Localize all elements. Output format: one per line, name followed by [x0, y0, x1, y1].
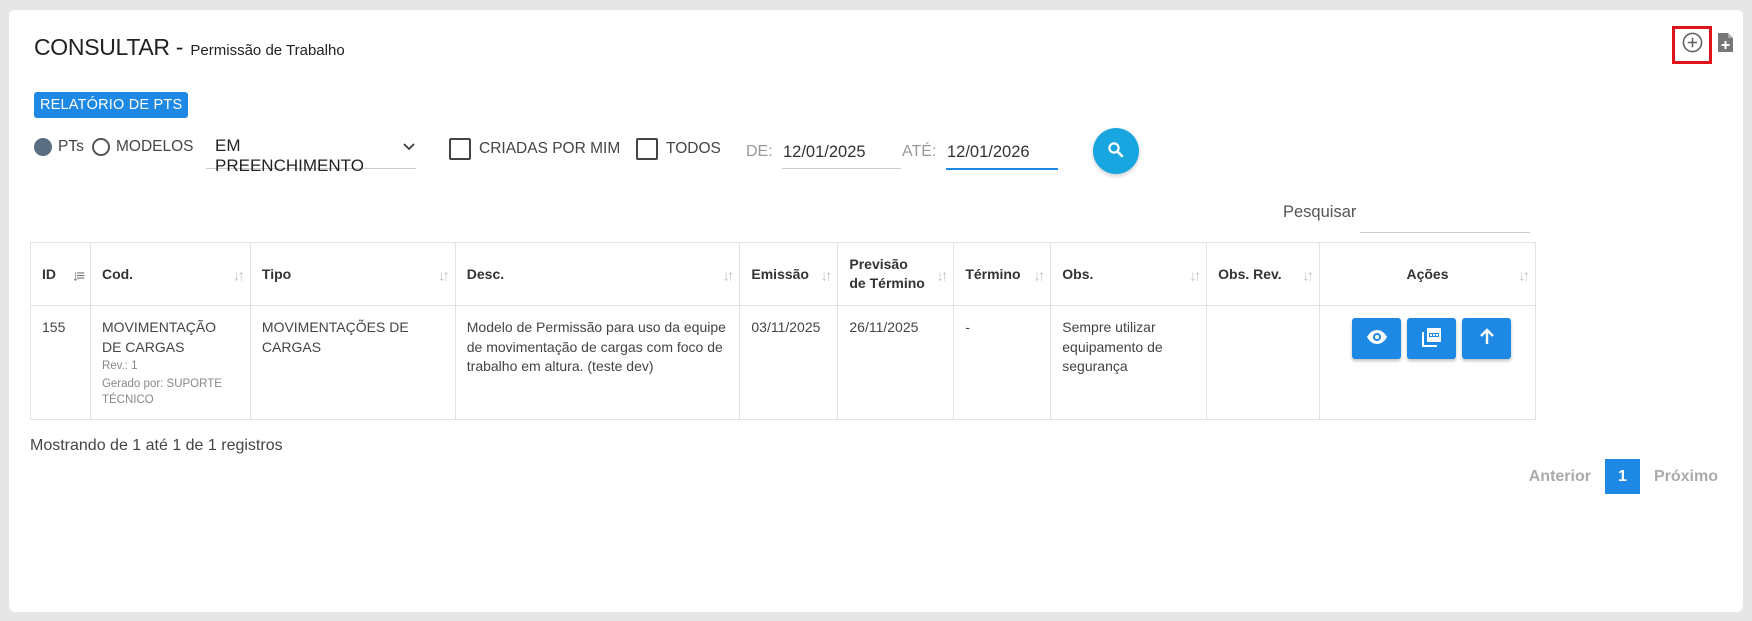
- chevron-down-icon: [402, 139, 416, 157]
- report-pts-button[interactable]: RELATÓRIO DE PTS: [34, 92, 189, 118]
- checkbox-todos[interactable]: TODOS: [636, 138, 721, 160]
- add-button[interactable]: [1672, 26, 1712, 64]
- pagination-page-current[interactable]: 1: [1604, 459, 1640, 494]
- col-header-obs-rev[interactable]: Obs. Rev. ↓↑: [1206, 242, 1320, 306]
- pagination-prev[interactable]: Anterior: [1529, 468, 1591, 486]
- sort-icon: ↓↑: [936, 267, 948, 285]
- sort-desc-icon: ↓≡: [71, 267, 85, 285]
- checkbox-todos-box: [636, 138, 658, 160]
- arrow-up-icon: [1478, 328, 1496, 349]
- checkbox-criadas-label: CRIADAS POR MIM: [479, 140, 621, 157]
- sort-icon: ↓↑: [1189, 267, 1201, 285]
- row-actions: [1331, 318, 1532, 359]
- page-subtitle: Permissão de Trabalho: [190, 42, 345, 59]
- cell-id: 155: [30, 305, 91, 420]
- cell-cod-value: MOVIMENTAÇÃO DE CARGAS: [101, 319, 217, 355]
- table-info: Mostrando de 1 até 1 de 1 registros: [30, 437, 283, 454]
- pagination-next[interactable]: Próximo: [1654, 468, 1718, 486]
- cell-cod-rev: Rev.: 1: [101, 360, 138, 372]
- cell-tipo: MOVIMENTAÇÕES DE CARGAS: [249, 305, 456, 420]
- cell-termino: -: [953, 305, 1052, 420]
- radio-pts-label: PTs: [58, 138, 84, 155]
- sort-icon: ↓↑: [1033, 267, 1045, 285]
- page-title: CONSULTAR - Permissão de Trabalho: [34, 34, 345, 61]
- radio-pts-dot: [34, 138, 52, 156]
- sort-icon: ↓↑: [437, 267, 450, 285]
- cell-cod: MOVIMENTAÇÃO DE CARGAS Rev.: 1 Gerado po…: [89, 305, 251, 420]
- cell-cod-gerado: Gerado por: SUPORTE TÉCNICO: [101, 377, 222, 407]
- pts-table: ID ↓≡ Cod. ↓↑ Tipo ↓↑ Desc. ↓↑ Emissão ↓…: [30, 242, 1536, 420]
- date-to-label: ATÉ:: [902, 143, 937, 160]
- pagination: Anterior 1 Próximo: [1529, 459, 1718, 494]
- pdf-icon: [1421, 327, 1442, 350]
- pdf-button[interactable]: [1407, 318, 1456, 359]
- col-header-id[interactable]: ID ↓≡: [30, 242, 91, 306]
- sort-icon: ↓↑: [1518, 267, 1530, 285]
- cell-previsao: 26/11/2025: [837, 305, 955, 420]
- table-row: 155 MOVIMENTAÇÃO DE CARGAS Rev.: 1 Gerad…: [30, 305, 1536, 420]
- cell-obs: Sempre utilizar equipamento de segurança: [1050, 305, 1208, 420]
- radio-pts[interactable]: PTs: [34, 138, 84, 156]
- col-header-emissao[interactable]: Emissão ↓↑: [739, 242, 839, 306]
- view-button[interactable]: [1352, 318, 1401, 359]
- radio-modelos-dot: [92, 138, 110, 156]
- search-button[interactable]: [1093, 128, 1139, 174]
- cell-emissao: 03/11/2025: [739, 305, 839, 420]
- date-to-input[interactable]: [946, 136, 1058, 170]
- date-from-label: DE:: [746, 143, 773, 160]
- eye-icon: [1366, 329, 1388, 348]
- document-add-icon: [1717, 32, 1734, 58]
- upload-button[interactable]: [1462, 318, 1511, 359]
- checkbox-criadas-por-mim[interactable]: CRIADAS POR MIM: [449, 138, 620, 160]
- col-header-obs[interactable]: Obs. ↓↑: [1050, 242, 1208, 306]
- col-header-tipo[interactable]: Tipo ↓↑: [249, 242, 456, 306]
- date-from-input[interactable]: [782, 136, 901, 169]
- col-header-previsao[interactable]: Previsão de Término ↓↑: [837, 242, 955, 306]
- status-select-value: EM PREENCHIMENTO: [215, 136, 364, 175]
- col-header-desc[interactable]: Desc. ↓↑: [454, 242, 741, 306]
- search-input[interactable]: [1360, 198, 1530, 233]
- search-icon: [1107, 141, 1125, 162]
- col-header-acoes[interactable]: Ações ↓↑: [1319, 242, 1536, 306]
- plus-circle-icon: [1682, 32, 1703, 58]
- cell-obs-rev: [1206, 305, 1320, 420]
- page-title-main: CONSULTAR: [34, 34, 170, 60]
- header-actions: [1672, 26, 1737, 64]
- checkbox-criadas-box: [449, 138, 471, 160]
- cell-acoes: [1319, 305, 1536, 420]
- sort-icon: ↓↑: [232, 267, 245, 285]
- col-header-termino[interactable]: Término ↓↑: [953, 242, 1052, 306]
- checkbox-todos-label: TODOS: [666, 140, 721, 157]
- status-select[interactable]: EM PREENCHIMENTO: [206, 136, 416, 175]
- sort-icon: ↓↑: [722, 267, 734, 285]
- col-header-cod[interactable]: Cod. ↓↑: [89, 242, 251, 306]
- new-document-button[interactable]: [1713, 30, 1737, 60]
- sort-icon: ↓↑: [1302, 267, 1314, 285]
- page-title-separator: -: [175, 34, 184, 60]
- search-label: Pesquisar: [1283, 203, 1357, 221]
- radio-modelos-label: MODELOS: [116, 138, 194, 155]
- cell-desc: Modelo de Permissão para uso da equipe d…: [454, 305, 741, 420]
- radio-modelos[interactable]: MODELOS: [92, 138, 194, 156]
- table-header-row: ID ↓≡ Cod. ↓↑ Tipo ↓↑ Desc. ↓↑ Emissão ↓…: [30, 242, 1536, 306]
- sort-icon: ↓↑: [820, 267, 832, 285]
